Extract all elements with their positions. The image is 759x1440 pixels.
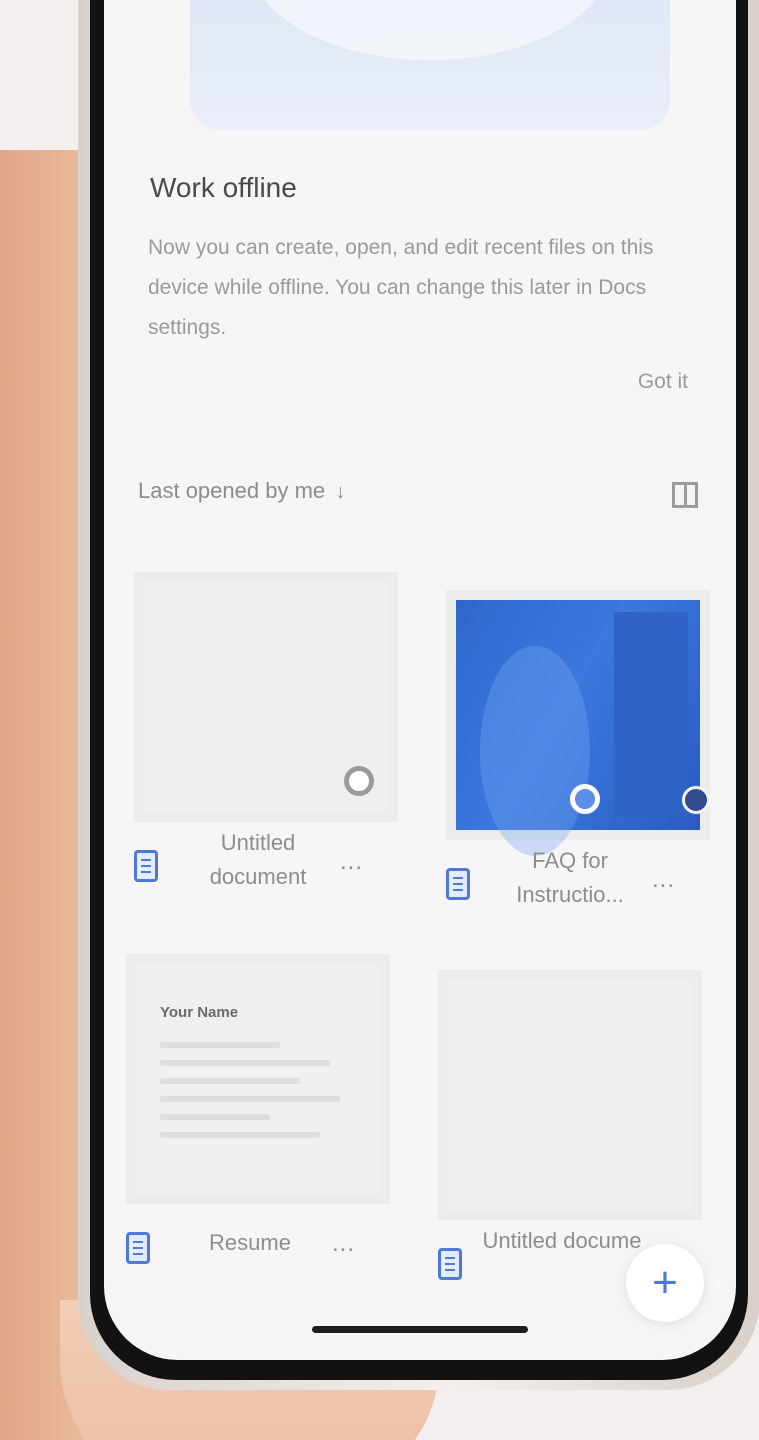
more-options-button[interactable]: ... xyxy=(332,1230,355,1258)
offline-banner-title: Work offline xyxy=(150,172,297,203)
docs-icon xyxy=(134,850,158,882)
more-options-button[interactable]: ... xyxy=(340,848,363,876)
new-document-button[interactable]: + xyxy=(626,1244,704,1322)
cover-panel xyxy=(614,612,688,816)
sort-row: Last opened by me ↓ xyxy=(138,478,698,518)
shared-icon xyxy=(344,766,374,796)
file-thumbnail[interactable]: Your Name xyxy=(126,954,390,1204)
offline-status-icon xyxy=(682,786,710,814)
offline-illustration xyxy=(190,0,670,130)
arrow-down-icon[interactable]: ↓ xyxy=(336,481,346,503)
more-options-button[interactable]: ... xyxy=(652,866,675,894)
file-title[interactable]: FAQ for Instructio... xyxy=(490,844,650,912)
photo-scene: Work offline Now you can create, open, a… xyxy=(0,0,759,1440)
file-card[interactable]: FAQ for Instructio... ... xyxy=(446,590,710,1010)
got-it-button[interactable]: Got it xyxy=(638,370,688,394)
docs-icon xyxy=(446,868,470,900)
shared-icon xyxy=(570,784,600,814)
cover-graphic xyxy=(480,646,590,856)
sort-label[interactable]: Last opened by me xyxy=(138,478,325,503)
file-title[interactable]: Untitled docume xyxy=(482,1224,642,1258)
offline-banner-body: Now you can create, open, and edit recen… xyxy=(148,236,654,339)
file-thumbnail[interactable] xyxy=(438,970,702,1220)
grid-view-icon[interactable] xyxy=(672,482,698,508)
file-card[interactable]: Your Name Resume ... xyxy=(126,954,390,1360)
file-thumbnail[interactable] xyxy=(446,590,710,856)
resume-preview-lines xyxy=(160,1042,360,1150)
home-indicator[interactable] xyxy=(312,1326,528,1333)
file-title[interactable]: Untitled document xyxy=(178,826,338,894)
file-title[interactable]: Resume xyxy=(170,1226,330,1260)
docs-icon xyxy=(126,1232,150,1264)
resume-preview-title: Your Name xyxy=(160,1004,239,1021)
file-card[interactable]: Untitled document ... xyxy=(134,572,398,992)
docs-icon xyxy=(438,1248,462,1280)
phone-screen: Work offline Now you can create, open, a… xyxy=(104,0,736,1360)
file-thumbnail[interactable] xyxy=(134,572,398,822)
